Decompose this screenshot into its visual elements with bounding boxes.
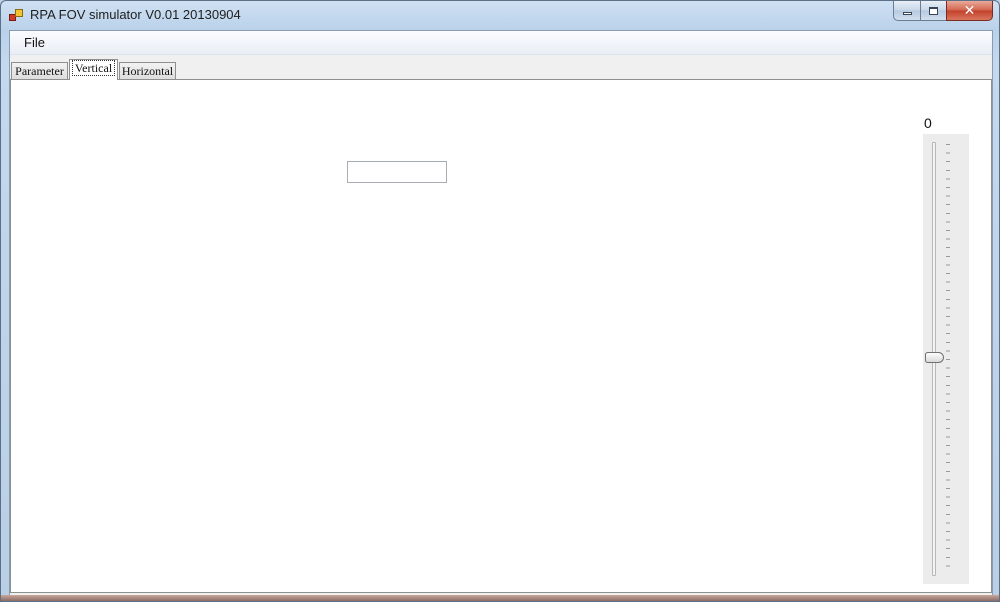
tab-vertical-label: Vertical — [71, 60, 116, 76]
trackbar-value-label: 0 — [924, 115, 932, 131]
close-button[interactable]: ✕ — [946, 1, 993, 21]
trackbar-thumb[interactable] — [925, 352, 944, 363]
trackbar-ticks — [946, 144, 950, 574]
close-icon: ✕ — [963, 2, 976, 18]
tab-parameter-label: Parameter — [15, 64, 64, 78]
maximize-button[interactable] — [920, 1, 946, 21]
app-window: RPA FOV simulator V0.01 20130904 ✕ File … — [0, 0, 1000, 602]
vertical-tab-page: 0 — [10, 79, 992, 593]
window-bottom-border — [1, 595, 999, 601]
menu-bar: File — [10, 31, 992, 55]
title-bar[interactable]: RPA FOV simulator V0.01 20130904 ✕ — [1, 1, 999, 30]
minimize-button[interactable] — [893, 1, 920, 21]
maximize-icon — [929, 6, 938, 15]
caption-buttons: ✕ — [893, 1, 993, 21]
tab-parameter[interactable]: Parameter — [11, 62, 68, 80]
vertical-textbox[interactable] — [347, 161, 447, 183]
tab-horizontal-label: Horizontal — [121, 64, 174, 78]
tab-strip: Parameter Vertical Horizontal — [10, 58, 992, 80]
minimize-icon — [902, 12, 912, 15]
vertical-trackbar[interactable] — [923, 134, 969, 584]
app-icon[interactable] — [9, 9, 23, 22]
menu-file[interactable]: File — [17, 33, 52, 53]
window-title: RPA FOV simulator V0.01 20130904 — [30, 7, 241, 22]
client-area: File Parameter Vertical Horizontal 0 — [9, 30, 993, 596]
tab-horizontal[interactable]: Horizontal — [119, 62, 176, 80]
tab-vertical[interactable]: Vertical — [69, 59, 118, 80]
